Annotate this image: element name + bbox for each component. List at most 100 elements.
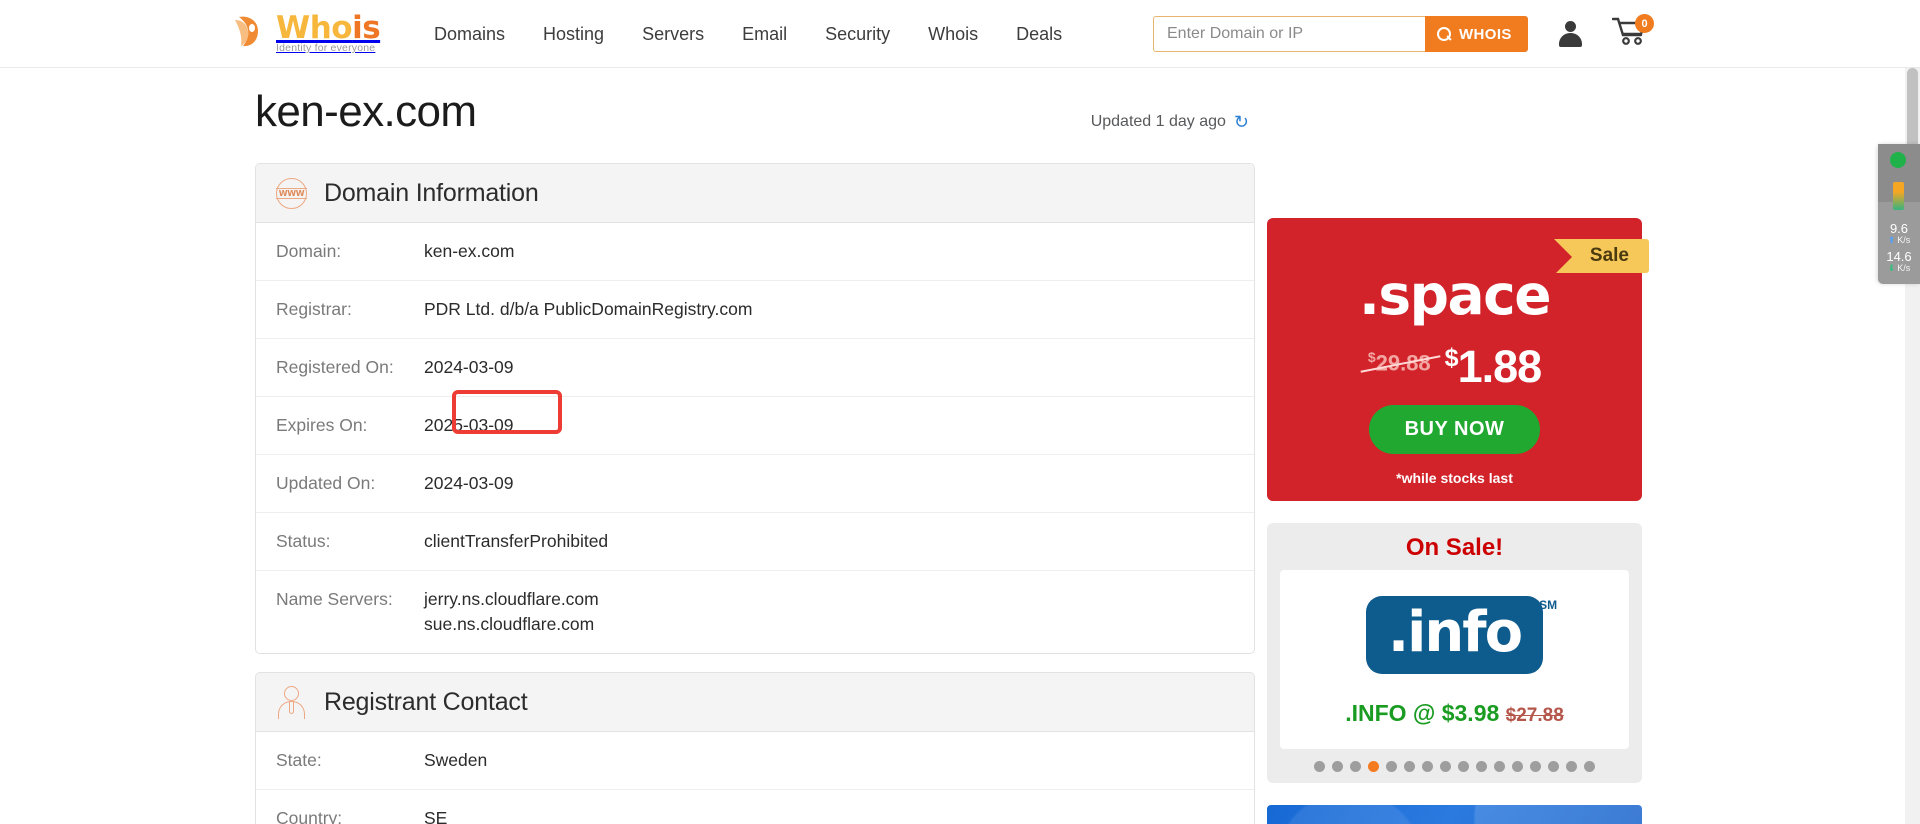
name-server-2: sue.ns.cloudflare.com (424, 614, 595, 634)
carousel-dot[interactable] (1512, 761, 1523, 772)
nav-item-whois[interactable]: Whois (909, 0, 997, 68)
carousel-dot[interactable] (1548, 761, 1559, 772)
domain-information-header: WWW Domain Information (256, 164, 1254, 223)
carousel-dot[interactable] (1404, 761, 1415, 772)
cart-count-badge: 0 (1635, 14, 1654, 33)
nav-item-domains[interactable]: Domains (415, 0, 524, 68)
network-speed-widget[interactable]: 9.6 ⬆ K/s 14.6 ⬇ K/s (1878, 144, 1920, 284)
table-row: Registrar: PDR Ltd. d/b/a PublicDomainRe… (256, 281, 1254, 339)
whois-logo-mark (232, 11, 272, 51)
registrant-contact-card: Registrant Contact State: Sweden Country… (255, 672, 1255, 824)
nav-item-servers[interactable]: Servers (623, 0, 723, 68)
carousel-dot[interactable] (1440, 761, 1451, 772)
download-speed-stat: 14.6 ⬇ K/s (1878, 250, 1920, 274)
row-key: Country: (276, 808, 343, 824)
updated-label: Updated 1 day ago (1090, 113, 1226, 130)
buy-now-button[interactable]: BUY NOW (1368, 405, 1541, 454)
main-nav: Domains Hosting Servers Email Security W… (415, 0, 1081, 68)
domain-information-card: WWW Domain Information Domain: ken-ex.co… (255, 163, 1255, 654)
space-old-price: $29.88 (1368, 349, 1431, 376)
whois-search-button[interactable]: WHOIS (1425, 16, 1528, 52)
introducing-promo-ad[interactable]: Introducing (1267, 805, 1642, 824)
row-key: Domain: (276, 241, 342, 261)
carousel-dot[interactable] (1350, 761, 1361, 772)
row-key: Registrar: (276, 299, 352, 319)
table-row: Updated On: 2024-03-09 (256, 455, 1254, 513)
info-tld-logo: .info SM (1365, 596, 1557, 674)
row-key: Updated On: (276, 473, 376, 493)
info-old-price: $27.88 (1505, 705, 1564, 726)
carousel-dot[interactable] (1314, 761, 1325, 772)
space-ad-note: *while stocks last (1396, 470, 1513, 486)
search-input[interactable] (1153, 16, 1425, 52)
upload-arrow-icon: ⬆ (1887, 235, 1896, 245)
user-icon-body (1559, 33, 1582, 47)
person-icon-collar (289, 701, 294, 714)
status-indicator-dot (1890, 152, 1906, 168)
carousel-dot[interactable] (1386, 761, 1397, 772)
logo-word-part2: is (352, 10, 381, 46)
table-row: Expires On: 2025-03-09 (256, 397, 1254, 455)
carousel-dot[interactable] (1476, 761, 1487, 772)
carousel-dot[interactable] (1422, 761, 1433, 772)
nav-item-deals[interactable]: Deals (997, 0, 1081, 68)
carousel-dot[interactable] (1494, 761, 1505, 772)
nav-item-security[interactable]: Security (806, 0, 909, 68)
domain-information-table: Domain: ken-ex.com Registrar: PDR Ltd. d… (256, 223, 1254, 653)
row-value: ken-ex.com (424, 241, 515, 261)
row-key: Status: (276, 531, 331, 551)
on-sale-carousel: On Sale! .info SM .INFO @ $3.98 $27.88 (1267, 523, 1642, 783)
upload-speed-stat: 9.6 ⬆ K/s (1878, 222, 1920, 246)
carousel-dot[interactable] (1530, 761, 1541, 772)
title-row: ken-ex.com Updated 1 day ago ↻ (255, 88, 1255, 136)
name-server-1: jerry.ns.cloudflare.com (424, 589, 599, 609)
carousel-dot[interactable] (1584, 761, 1595, 772)
row-key: Registered On: (276, 357, 394, 377)
space-new-price: $1.88 (1445, 336, 1542, 389)
carousel-dot[interactable] (1368, 761, 1379, 772)
on-sale-slide[interactable]: .info SM .INFO @ $3.98 $27.88 (1280, 570, 1629, 749)
download-arrow-icon: ⬇ (1887, 263, 1896, 273)
info-sale-price: .INFO @ $3.98 (1345, 700, 1500, 726)
old-price-currency: $ (1367, 348, 1376, 365)
updated-status: Updated 1 day ago ↻ (1091, 113, 1249, 131)
info-logo-superscript: SM (1539, 598, 1558, 612)
main-content: ken-ex.com Updated 1 day ago ↻ WWW Domai… (255, 88, 1255, 824)
upload-unit-label: K/s (1897, 235, 1911, 245)
site-header: Whois Identity for everyone Domains Host… (0, 0, 1920, 68)
account-icon[interactable] (1556, 20, 1584, 48)
old-price-amount: 29.88 (1375, 350, 1431, 376)
registered-on-value: 2024-03-09 (424, 357, 514, 377)
row-key: Expires On: (276, 415, 368, 435)
search-icon (1437, 26, 1452, 42)
site-logo[interactable]: Whois Identity for everyone (232, 10, 381, 56)
space-promo-ad[interactable]: Sale .space $29.88 $1.88 BUY NOW *while … (1267, 218, 1649, 501)
table-row: State: Sweden (256, 732, 1254, 790)
carousel-dot[interactable] (1332, 761, 1343, 772)
registrant-contact-header: Registrant Contact (256, 673, 1254, 732)
user-icon-head (1565, 21, 1576, 32)
row-key: Name Servers: (276, 589, 393, 609)
nav-item-email[interactable]: Email (723, 0, 806, 68)
row-value: PDR Ltd. d/b/a PublicDomainRegistry.com (424, 299, 753, 319)
table-row: Country: SE (256, 790, 1254, 824)
sale-ribbon: Sale (1553, 239, 1649, 275)
nav-item-hosting[interactable]: Hosting (524, 0, 623, 68)
speed-gauge-bar (1893, 182, 1904, 210)
space-price-row: $29.88 $1.88 (1267, 336, 1642, 389)
person-icon-head (284, 685, 299, 701)
registrant-contact-title: Registrant Contact (324, 687, 528, 716)
logo-tagline: Identity for everyone (276, 42, 376, 54)
refresh-icon[interactable]: ↻ (1234, 113, 1249, 131)
download-speed-unit: ⬇ K/s (1878, 263, 1920, 274)
row-value: 2025-03-09 (424, 415, 514, 435)
www-globe-icon: WWW (276, 177, 307, 209)
name-servers-value: jerry.ns.cloudflare.com sue.ns.cloudflar… (406, 571, 1254, 654)
carousel-dot[interactable] (1458, 761, 1469, 772)
carousel-dot[interactable] (1566, 761, 1577, 772)
row-value: Sweden (424, 750, 488, 770)
person-icon (276, 685, 307, 719)
www-icon-text: WWW (278, 188, 305, 198)
cart-button[interactable]: 0 (1611, 14, 1654, 50)
row-key: State: (276, 750, 322, 770)
